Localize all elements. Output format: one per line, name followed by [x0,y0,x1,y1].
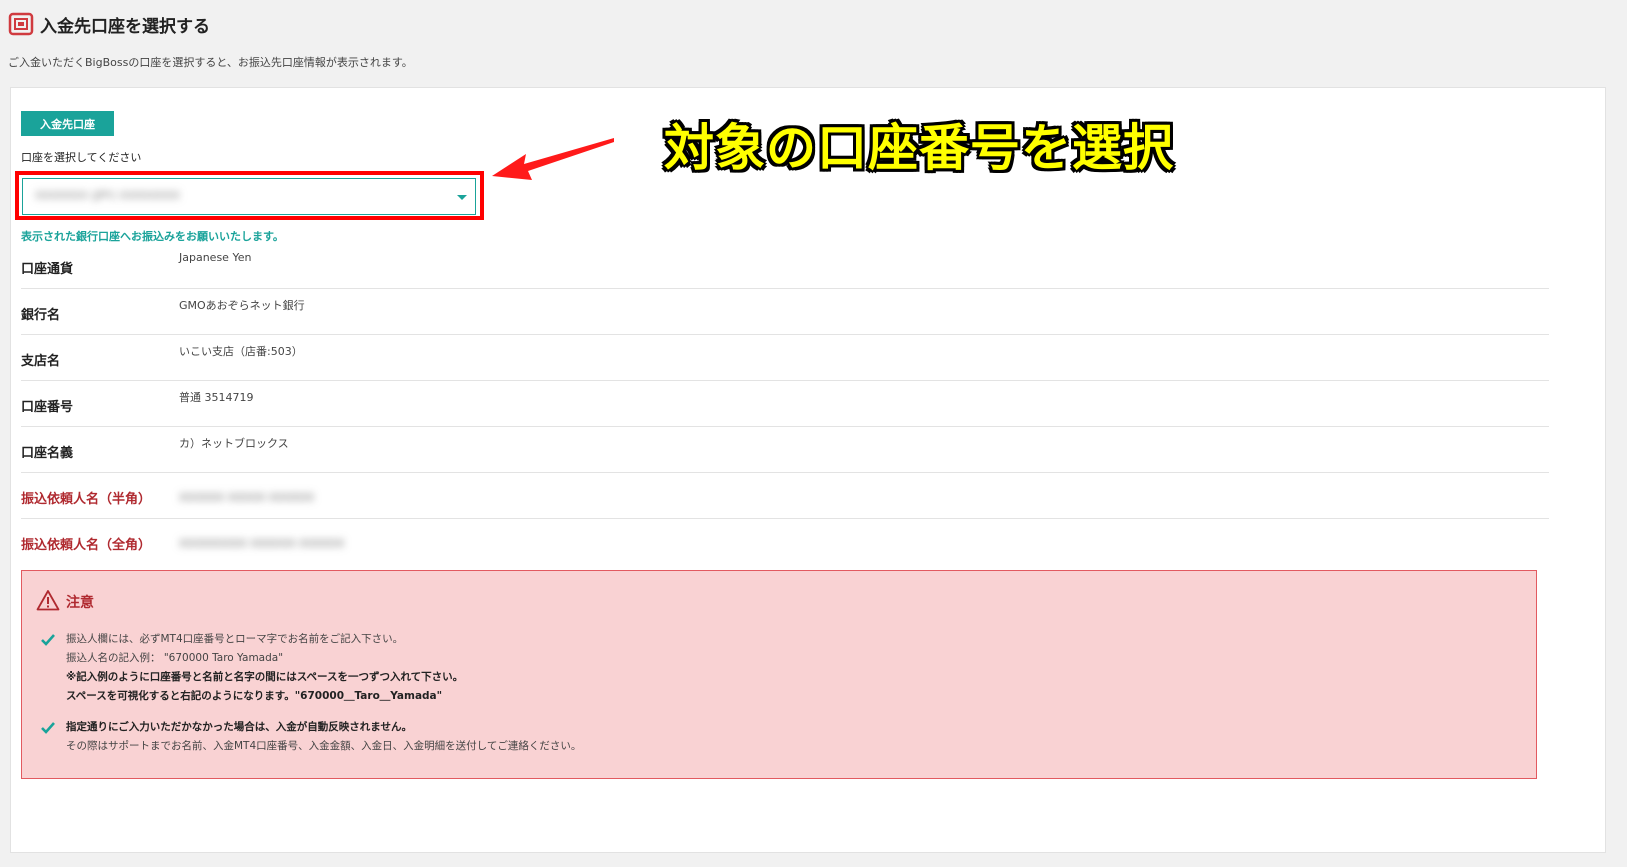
annotation-text: 対象の口座番号を選択 [664,119,1174,177]
info-value: XXXXXX XXXXX XXXXXX [179,491,315,504]
transfer-notice: 表示された銀行口座へお振込みをお願いいたします。 [21,230,284,243]
info-row-bank-name: 銀行名 GMOあおぞらネット銀行 [21,289,1549,335]
info-value: GMOあおぞらネット銀行 [179,299,305,312]
info-label: 支店名 [21,354,61,369]
check-icon [41,634,55,646]
caution-title: 注意 [66,595,94,611]
chevron-down-icon [457,195,467,200]
info-row-account-holder: 口座名義 カ）ネットブロックス [21,427,1549,473]
caution-item: 指定通りにご入力いただかなかった場合は、入金が自動反映されません。 その際はサポ… [41,718,582,756]
bank-info-table: 口座通貨 Japanese Yen 銀行名 GMOあおぞらネット銀行 支店名 い… [21,243,1549,565]
caution-text: スペースを可視化すると右記のようになります。"670000＿Taro＿Yamad… [66,690,443,702]
info-row-payer-name-halfwidth: 振込依頼人名（半角） XXXXXX XXXXX XXXXXX [21,473,1549,519]
info-value: いこい支店（店番:503） [179,345,303,358]
deposit-account-card: 入金先口座 口座を選択してください XXXXXXX (JPY) XXXXXXXX… [10,87,1606,853]
caution-text: 指定通りにご入力いただかなかった場合は、入金が自動反映されません。 [66,721,412,733]
account-select[interactable]: XXXXXXX (JPY) XXXXXXXX [22,178,476,215]
section-badge: 入金先口座 [21,111,114,136]
info-label: 振込依頼人名（半角） [21,492,152,507]
info-label: 口座通貨 [21,262,74,277]
info-value: 普通 3514719 [179,391,254,404]
caution-text: ※記入例のように口座番号と名前と名字の間にはスペースを一つずつ入れて下さい。 [66,671,464,683]
caution-text: 振込人欄には、必ずMT4口座番号とローマ字でお名前をご記入下さい。 [66,633,404,645]
select-value: XXXXXXX (JPY) XXXXXXXX [35,189,180,202]
info-value: Japanese Yen [179,251,252,264]
info-row-currency: 口座通貨 Japanese Yen [21,243,1549,289]
select-label: 口座を選択してください [21,151,142,164]
info-value: カ）ネットブロックス [179,437,289,450]
warning-icon [36,590,60,611]
caution-text: 振込人名の記入例： "670000 Taro Yamada" [66,652,284,664]
info-row-branch: 支店名 いこい支店（店番:503） [21,335,1549,381]
page-header: 入金先口座を選択する [8,8,210,40]
page-description: ご入金いただくBigBossの口座を選択すると、お振込先口座情報が表示されます。 [8,56,413,69]
info-row-account-number: 口座番号 普通 3514719 [21,381,1549,427]
info-label: 口座番号 [21,400,74,415]
info-label: 口座名義 [21,446,74,461]
info-value: XXXXXXXXX XXXXXX XXXXXX [179,537,345,550]
caution-item: 振込人欄には、必ずMT4口座番号とローマ字でお名前をご記入下さい。 振込人名の記… [41,630,464,706]
annotation-arrow-icon [492,138,614,180]
caution-text: その際はサポートまでお名前、入金MT4口座番号、入金金額、入金日、入金明細を送付… [66,740,582,752]
bigboss-logo-icon [8,12,34,36]
info-label: 振込依頼人名（全角） [21,538,152,553]
info-label: 銀行名 [21,308,61,323]
check-icon [41,722,55,734]
caution-box: 注意 振込人欄には、必ずMT4口座番号とローマ字でお名前をご記入下さい。 振込人… [21,570,1537,779]
page-title: 入金先口座を選択する [40,16,210,37]
info-row-payer-name-fullwidth: 振込依頼人名（全角） XXXXXXXXX XXXXXX XXXXXX [21,519,1549,565]
